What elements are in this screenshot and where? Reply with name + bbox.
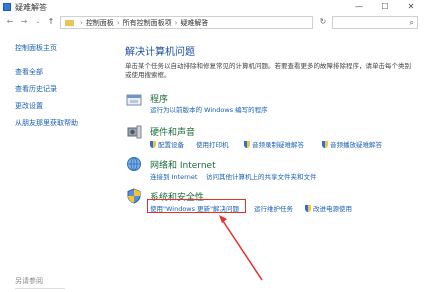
- annotation-arrow: [219, 215, 263, 281]
